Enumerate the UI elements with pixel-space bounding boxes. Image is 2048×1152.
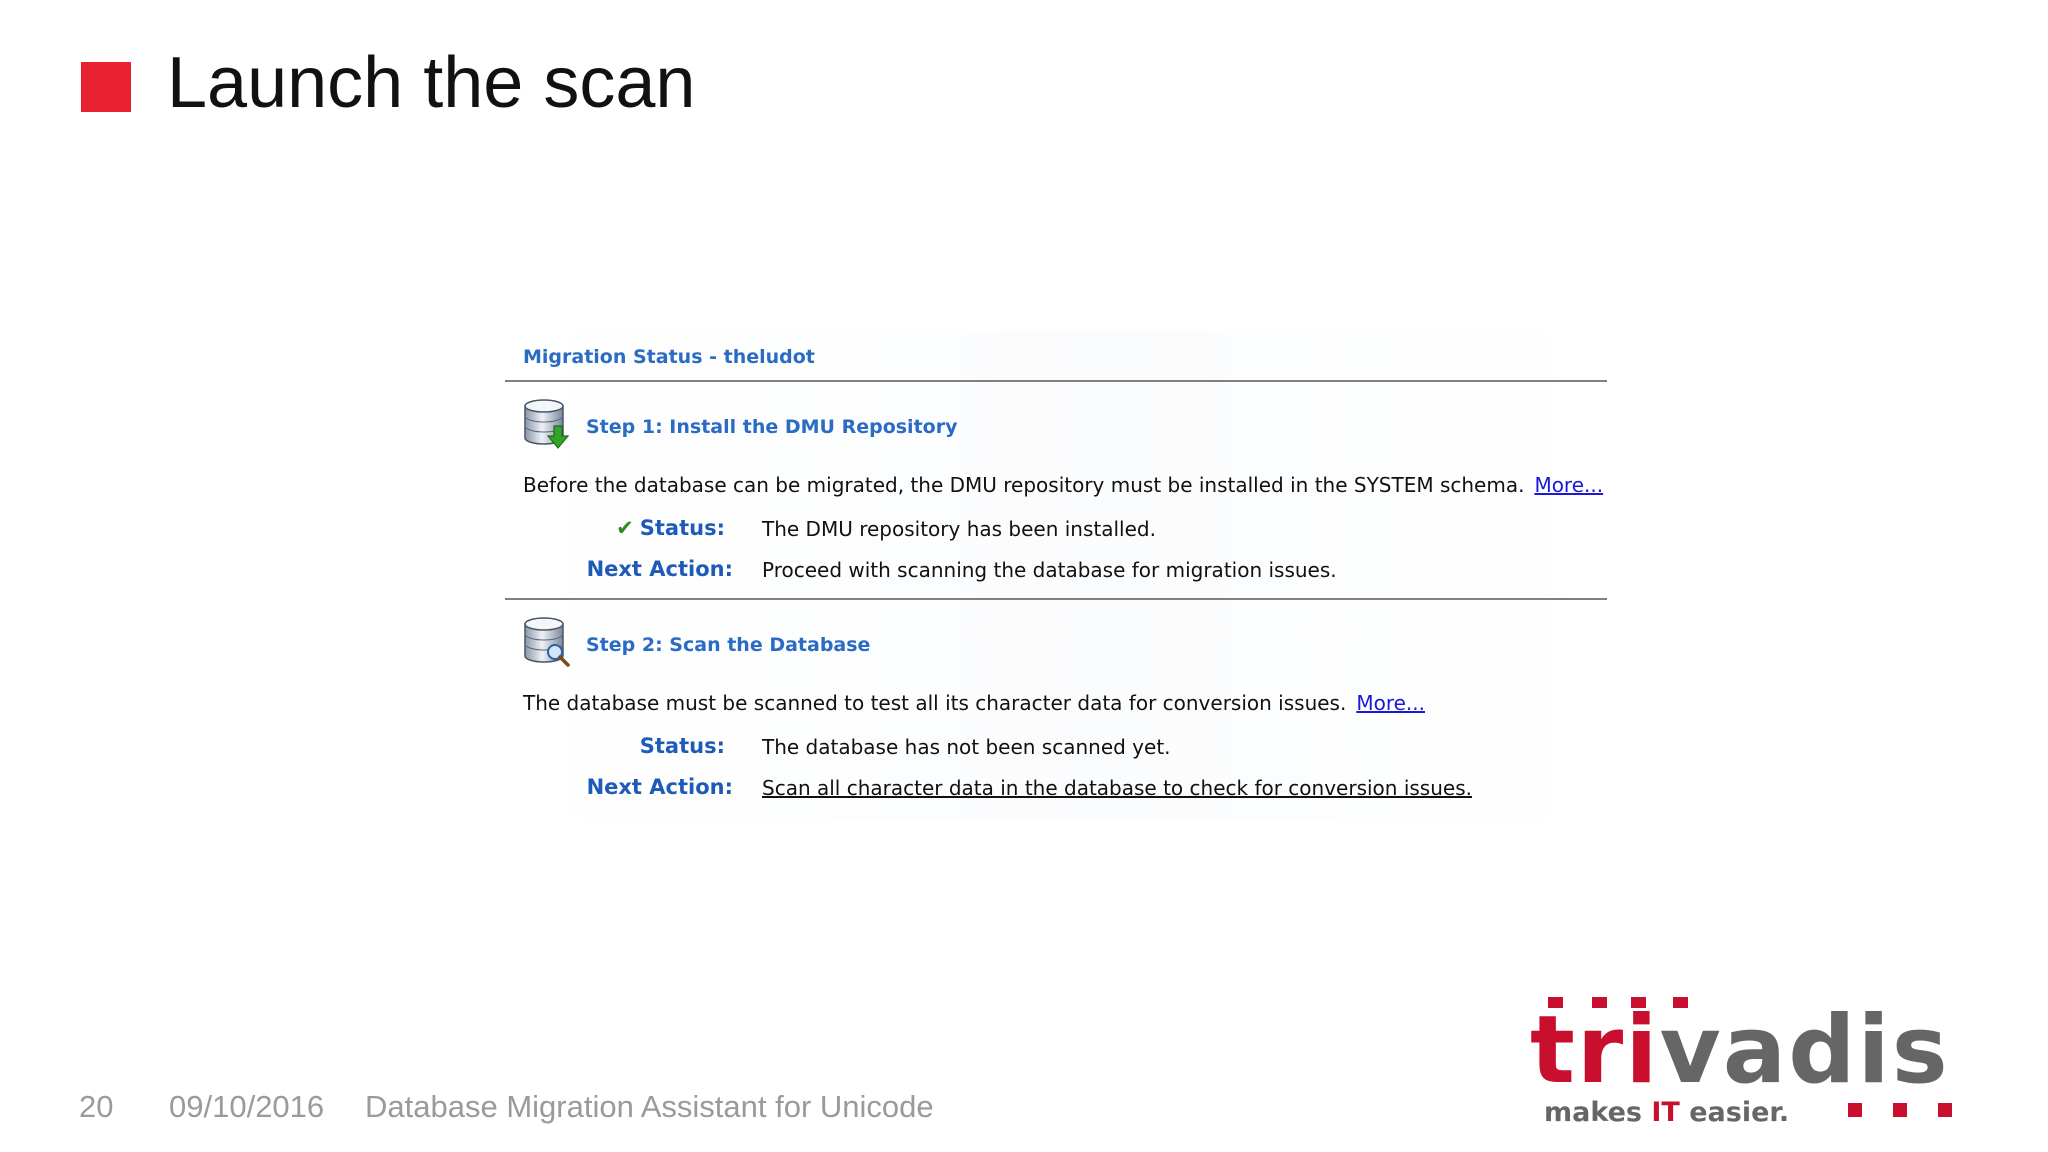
divider <box>505 598 1607 600</box>
step-1-description: Before the database can be migrated, the… <box>523 473 1525 497</box>
footer-date: 09/10/2016 <box>169 1089 325 1124</box>
step-2-more-link[interactable]: More... <box>1356 691 1425 715</box>
slide-title: Launch the scan <box>167 43 696 123</box>
migration-status-panel: Migration Status - theludot Step 1: Inst… <box>505 330 1607 820</box>
footer-subject: Database Migration Assistant for Unicode <box>365 1089 934 1124</box>
step-1-status-value: The DMU repository has been installed. <box>762 517 1156 541</box>
logo-wordmark-red: tri <box>1530 996 1660 1105</box>
step-1-title: Step 1: Install the DMU Repository <box>586 416 958 438</box>
step-1-next-action-value: Proceed with scanning the database for m… <box>762 558 1337 582</box>
step-1-description-row: Before the database can be migrated, the… <box>523 473 1603 497</box>
logo-tagline-highlight: IT <box>1651 1097 1680 1128</box>
page-number: 20 <box>79 1089 114 1124</box>
logo-tagline-suffix: easier. <box>1680 1097 1789 1128</box>
svg-text:trivadis: trivadis <box>1530 996 1950 1105</box>
step-2-next-action-label: Next Action: <box>586 775 733 799</box>
step-2-description-row: The database must be scanned to test all… <box>523 691 1425 715</box>
logo-tagline-prefix: makes <box>1544 1097 1651 1128</box>
logo-wordmark-gray: vadis <box>1660 996 1950 1105</box>
step-2-description: The database must be scanned to test all… <box>523 691 1347 715</box>
step-1-more-link[interactable]: More... <box>1534 473 1603 497</box>
migration-status-header: Migration Status - theludot <box>523 346 815 368</box>
step-2-status-label: Status: <box>639 734 725 758</box>
scan-database-link[interactable]: Scan all character data in the database … <box>762 776 1472 800</box>
step-2-status-value: The database has not been scanned yet. <box>762 735 1171 759</box>
divider <box>505 380 1607 382</box>
trivadis-logo: trivadis makes IT easier. <box>1530 996 1952 1128</box>
step-2-title: Step 2: Scan the Database <box>586 634 871 656</box>
svg-text:makes IT easier.: makes IT easier. <box>1544 1097 1789 1128</box>
step-1-status-label-row: ✔ Status: <box>505 516 725 540</box>
check-icon: ✔ <box>616 516 634 540</box>
title-bullet-square <box>81 62 131 112</box>
step-1-next-action-label: Next Action: <box>586 557 733 581</box>
step-1-status-label: Status: <box>639 516 725 540</box>
database-search-icon <box>524 617 570 667</box>
database-download-icon <box>524 399 570 449</box>
